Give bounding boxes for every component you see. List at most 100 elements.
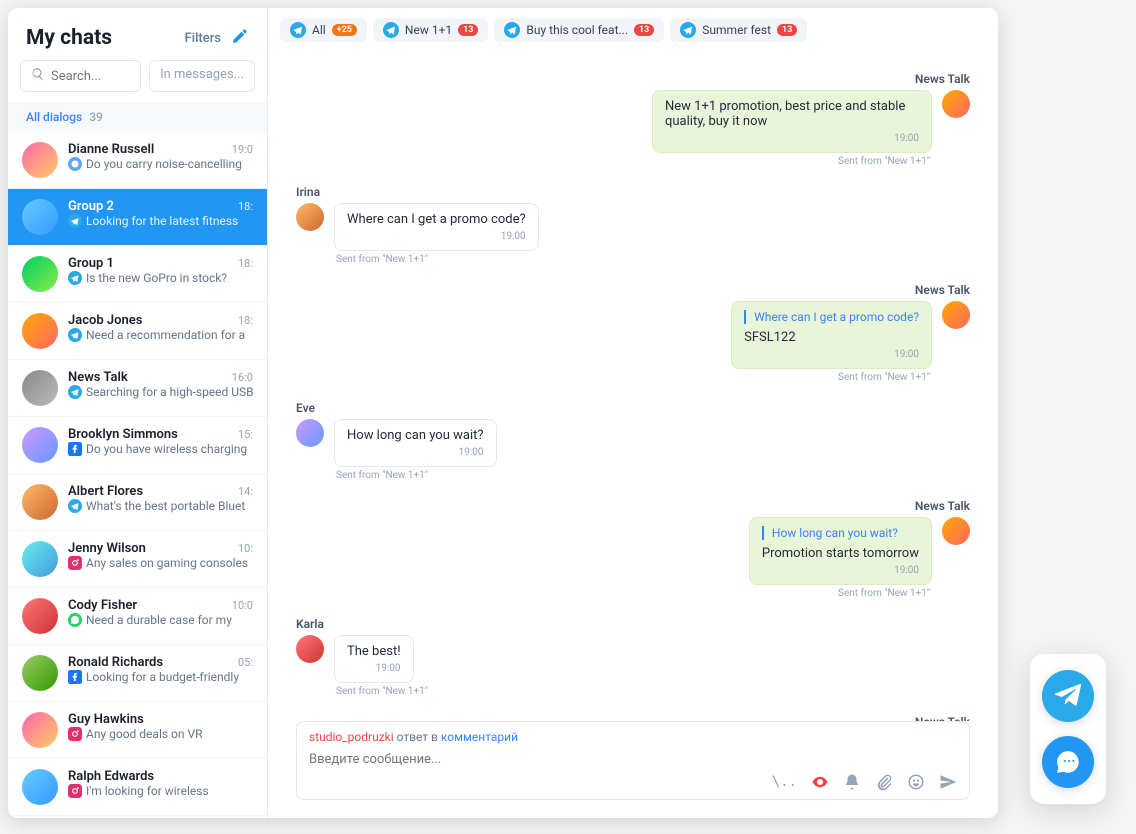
fab-chat[interactable] <box>1042 736 1094 788</box>
chat-item[interactable]: Dianne Russell 19:0 Do you carry noise-c… <box>8 132 267 189</box>
search-input[interactable] <box>51 69 130 84</box>
message-time: 19:00 <box>762 565 919 576</box>
chat-time: 18: <box>238 314 253 327</box>
chat-time: 10:0 <box>232 599 253 612</box>
message-block: Karla The best! 19:00 Sent from "New 1+1… <box>296 617 970 697</box>
chat-item[interactable]: Jacob Jones 18: Need a recommendation fo… <box>8 303 267 360</box>
avatar <box>22 427 58 463</box>
chat-name: Group 2 <box>68 199 114 214</box>
search-row: In messages... <box>8 60 267 102</box>
compose-icon[interactable] <box>231 27 249 49</box>
chat-time: 14: <box>238 485 253 498</box>
tab-badge: 13 <box>634 24 654 36</box>
instagram-icon <box>68 784 82 798</box>
chat-name: Jenny Wilson <box>68 541 146 556</box>
bell-icon[interactable] <box>843 773 861 791</box>
chat-time: 10: <box>238 542 253 555</box>
channel-tab[interactable]: New 1+113 <box>373 18 489 42</box>
chat-preview: Any sales on gaming consoles <box>68 556 253 570</box>
all-dialogs-count: 39 <box>89 110 103 124</box>
sidebar: My chats Filters In messages... All dial… <box>8 8 268 818</box>
web-icon <box>68 157 82 171</box>
avatar <box>942 301 970 329</box>
instagram-icon <box>68 556 82 570</box>
chat-item[interactable]: Albert Flores 14: What's the best portab… <box>8 474 267 531</box>
chat-preview: Do you carry noise-cancelling <box>68 157 253 171</box>
chat-item[interactable]: Brooklyn Simmons 15: Do you have wireles… <box>8 417 267 474</box>
message-bubble[interactable]: Where can I get a promo code? SFSL122 19… <box>731 301 932 369</box>
channel-tab[interactable]: All+25 <box>280 18 367 42</box>
tab-label: New 1+1 <box>405 23 452 37</box>
chat-item[interactable]: News Talk 16:0 Searching for a high-spee… <box>8 360 267 417</box>
message-sent-from: Sent from "New 1+1" <box>336 686 970 697</box>
chat-preview: Need a recommendation for a <box>68 328 253 342</box>
message-sender: Eve <box>296 401 970 415</box>
eye-icon[interactable] <box>811 773 829 791</box>
send-icon[interactable] <box>939 773 957 791</box>
message-text: Promotion starts tomorrow <box>762 546 919 561</box>
chat-preview: What's the best portable Bluet <box>68 499 253 513</box>
message-bubble[interactable]: Where can I get a promo code? 19:00 <box>334 203 539 251</box>
avatar <box>22 370 58 406</box>
attachment-icon[interactable] <box>875 773 893 791</box>
composer: studio_podruzki ответ в комментарий \.. <box>296 721 970 800</box>
avatar <box>942 90 970 118</box>
chat-item[interactable]: Group 2 18: Looking for the latest fitne… <box>8 189 267 246</box>
chat-item[interactable]: Group 1 18: Is the new GoPro in stock? <box>8 246 267 303</box>
message-thread[interactable]: News Talk New 1+1 promotion, best price … <box>268 52 998 721</box>
message-bubble[interactable]: How long can you wait? 19:00 <box>334 419 497 467</box>
search-input-wrapper[interactable] <box>20 60 141 92</box>
channel-tab[interactable]: Buy this cool feat... 13 <box>494 18 664 42</box>
avatar <box>22 199 58 235</box>
chat-time: 18: <box>238 257 253 270</box>
chat-name: News Talk <box>68 370 128 385</box>
fab-telegram[interactable] <box>1042 670 1094 722</box>
tab-label: Summer fest <box>702 23 771 37</box>
chat-preview: Searching for a high-speed USB <box>68 385 253 399</box>
sidebar-header: My chats Filters <box>8 8 267 60</box>
chat-time: 19:0 <box>232 143 253 156</box>
reply-link[interactable]: комментарий <box>441 730 518 744</box>
message-bubble[interactable]: New 1+1 promotion, best price and stable… <box>652 90 932 153</box>
chat-item[interactable]: Cody Fisher 10:0 Need a durable case for… <box>8 588 267 645</box>
channel-tab[interactable]: Summer fest 13 <box>670 18 807 42</box>
chat-item[interactable]: Guy Hawkins Any good deals on VR <box>8 702 267 759</box>
avatar <box>22 541 58 577</box>
tab-badge: 13 <box>777 24 797 36</box>
chat-name: Cody Fisher <box>68 598 137 613</box>
avatar <box>22 655 58 691</box>
chat-item[interactable]: Jenny Wilson 10: Any sales on gaming con… <box>8 531 267 588</box>
avatar <box>22 712 58 748</box>
message-sent-from: Sent from "New 1+1" <box>336 254 970 265</box>
chat-name: Group 1 <box>68 256 114 271</box>
message-sent-from: Sent from "New 1+1" <box>336 470 970 481</box>
floating-actions <box>1030 654 1106 804</box>
all-dialogs-row[interactable]: All dialogs 39 <box>8 102 267 132</box>
facebook-icon <box>68 442 82 456</box>
chat-list[interactable]: Dianne Russell 19:0 Do you carry noise-c… <box>8 132 267 818</box>
message-text: The best! <box>347 644 401 659</box>
avatar <box>22 256 58 292</box>
emoji-icon[interactable] <box>907 773 925 791</box>
chat-item[interactable]: Ronald Richards 05: Looking for a budget… <box>8 645 267 702</box>
composer-input[interactable] <box>309 752 957 767</box>
telegram-icon <box>68 328 82 342</box>
chat-name: Guy Hawkins <box>68 712 144 727</box>
message-block: News Talk New 1+1 promotion, best price … <box>296 72 970 167</box>
whatsapp-icon <box>68 613 82 627</box>
message-sent-from: Sent from "New 1+1" <box>296 588 930 599</box>
message-bubble[interactable]: How long can you wait? Promotion starts … <box>749 517 932 585</box>
chat-item[interactable]: Ralph Edwards I'm looking for wireless <box>8 759 267 816</box>
telegram-icon <box>68 271 82 285</box>
chat-preview: Looking for a budget-friendly <box>68 670 253 684</box>
in-messages-filter[interactable]: In messages... <box>149 60 255 92</box>
telegram-icon <box>68 214 82 228</box>
slash-command-icon[interactable]: \.. <box>772 774 797 790</box>
chat-preview: Need a durable case for my <box>68 613 253 627</box>
message-bubble[interactable]: The best! 19:00 <box>334 635 414 683</box>
search-icon <box>31 67 51 85</box>
tab-label: Buy this cool feat... <box>526 23 628 37</box>
filters-button[interactable]: Filters <box>185 31 221 46</box>
chat-name: Ralph Edwards <box>68 769 154 784</box>
tab-badge: +25 <box>332 24 357 36</box>
